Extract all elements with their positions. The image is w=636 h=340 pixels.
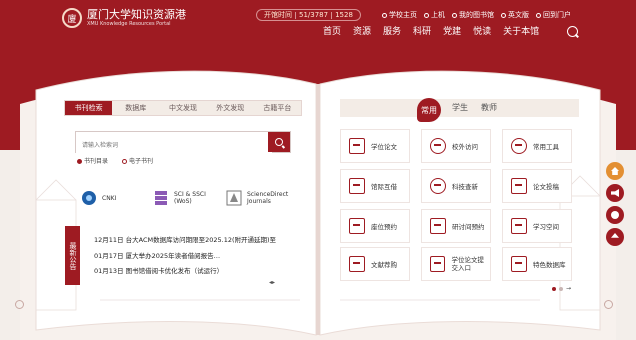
site-subtitle: XMU Knowledge Resources Portal: [87, 20, 171, 27]
service-special-database[interactable]: 特色数据库: [502, 247, 572, 281]
search-input[interactable]: [76, 136, 272, 156]
service-remote-access[interactable]: 校外访问: [421, 129, 491, 163]
nav-resources[interactable]: 资源: [353, 26, 371, 38]
home-icon[interactable]: [606, 162, 624, 180]
nav-research[interactable]: 科研: [413, 26, 431, 38]
clock-icon[interactable]: [606, 206, 624, 224]
role-tab-student[interactable]: 学生: [452, 102, 468, 113]
database-link-sciencedirect[interactable]: ScienceDirect Journals: [226, 190, 296, 206]
study-space-icon: [511, 218, 527, 234]
pager-dot[interactable]: [559, 286, 563, 291]
tab-chinese-discovery[interactable]: 中文发现: [159, 101, 206, 115]
submission-icon: [511, 178, 527, 194]
quick-links: 学校主页 上机 我的图书馆 英文版 回到门户: [382, 9, 571, 21]
language-icon: [501, 12, 506, 18]
tools-icon: [511, 138, 527, 154]
service-thesis[interactable]: 学位论文: [340, 129, 410, 163]
quick-link-english[interactable]: 英文版: [501, 9, 529, 21]
nav-services[interactable]: 服务: [383, 26, 401, 38]
search-icon: [275, 138, 283, 146]
portal-icon: [536, 12, 541, 18]
radio-ebooks[interactable]: 电子书刊: [122, 156, 153, 165]
database-link-wos[interactable]: SCI & SSCI (WoS): [153, 190, 217, 206]
service-seat-reservation[interactable]: 座位预约: [340, 209, 410, 243]
announcement-icon[interactable]: [606, 184, 624, 202]
service-study-space[interactable]: 学习空间: [502, 209, 572, 243]
service-thesis-submit[interactable]: 学位论文提交入口: [421, 247, 491, 281]
search-button[interactable]: [268, 132, 290, 152]
search-box: [75, 131, 291, 156]
service-recommend-purchase[interactable]: 文献荐购: [340, 247, 410, 281]
service-tools[interactable]: 常用工具: [502, 129, 572, 163]
quick-link-homepage[interactable]: 学校主页: [382, 9, 417, 21]
radio-on-icon: [77, 159, 82, 164]
home-icon: [382, 12, 387, 18]
service-room-booking[interactable]: 研讨间预约: [421, 209, 491, 243]
service-submission[interactable]: 论文投稿: [502, 169, 572, 203]
search-scope: 书刊目录 电子书刊: [77, 156, 153, 165]
service-novelty-search[interactable]: 科技查新: [421, 169, 491, 203]
page-corner-right: [604, 300, 613, 309]
news-item[interactable]: 01月17日 厦大举办2025年读者借阅报告…: [94, 250, 220, 260]
database-link-cnki[interactable]: CNKI: [81, 190, 116, 206]
user-icon: [452, 12, 457, 18]
sciencedirect-tree-icon: [226, 190, 242, 206]
news-more-icon[interactable]: ◂▸: [269, 279, 275, 286]
main-nav: 首页 资源 服务 科研 党建 悦读 关于本馆: [323, 26, 551, 38]
seal-glyph: 廈: [67, 14, 77, 25]
thesis-submit-icon: [430, 256, 446, 272]
quick-link-login[interactable]: 上机: [424, 9, 445, 21]
seat-reservation-icon: [349, 218, 365, 234]
library-status-bar: 开馆时间 51/3787 1528: [256, 9, 361, 21]
role-tab-teacher[interactable]: 教师: [481, 102, 497, 113]
nav-party[interactable]: 党建: [443, 26, 461, 38]
page-corner-left: [15, 300, 24, 309]
database-stack-icon: [153, 190, 169, 206]
news-item[interactable]: 01月13日 图书馆借阅卡优化发布（试运行）: [94, 265, 223, 275]
search-icon[interactable]: [567, 26, 578, 37]
site-logo[interactable]: 廈 厦门大学知识资源港 XMU Knowledge Resources Port…: [62, 8, 186, 28]
service-interlibrary-loan[interactable]: 馆际互借: [340, 169, 410, 203]
university-seal-icon: 廈: [62, 8, 82, 28]
online-count: 1528: [335, 11, 353, 19]
nav-home[interactable]: 首页: [323, 26, 341, 38]
thesis-icon: [349, 138, 365, 154]
arrow-up-icon[interactable]: [606, 228, 624, 246]
tab-catalog[interactable]: 书刊检索: [65, 101, 113, 115]
quick-link-portal[interactable]: 回到门户: [536, 9, 571, 21]
visitor-count: 51/3787: [299, 11, 329, 19]
novelty-search-icon: [430, 178, 446, 194]
search-tabs: 书刊检索 数据库 中文发现 外文发现 古籍平台: [64, 100, 302, 116]
news-tag: 最新公告: [65, 226, 80, 285]
tab-ancient-books[interactable]: 古籍平台: [254, 101, 301, 115]
tab-foreign-discovery[interactable]: 外文发现: [207, 101, 254, 115]
recommend-purchase-icon: [349, 256, 365, 272]
radio-catalog[interactable]: 书刊目录: [77, 156, 108, 165]
special-database-icon: [511, 256, 527, 272]
pager-dot[interactable]: [552, 286, 556, 291]
login-icon: [424, 12, 429, 18]
radio-off-icon: [122, 159, 128, 164]
site-title: 厦门大学知识资源港: [87, 7, 186, 21]
interlibrary-loan-icon: [349, 178, 365, 194]
role-tab-common[interactable]: 常用: [417, 98, 441, 122]
room-booking-icon: [430, 218, 446, 234]
news-item[interactable]: 12月11日 台大ACM数据库访问期限至2025.12(附开通延期)至: [94, 234, 276, 244]
divider: [331, 11, 333, 19]
tab-database[interactable]: 数据库: [112, 101, 159, 115]
cnki-globe-icon: [81, 190, 97, 206]
nav-reading[interactable]: 悦读: [473, 26, 491, 38]
service-pager: →: [552, 285, 571, 292]
pager-next-icon[interactable]: →: [566, 285, 571, 292]
nav-about[interactable]: 关于本馆: [503, 26, 539, 38]
quick-link-mylibrary[interactable]: 我的图书馆: [452, 9, 494, 21]
divider: [295, 11, 296, 19]
remote-access-icon: [430, 138, 446, 154]
opening-hours-label: 开馆时间: [264, 11, 292, 19]
